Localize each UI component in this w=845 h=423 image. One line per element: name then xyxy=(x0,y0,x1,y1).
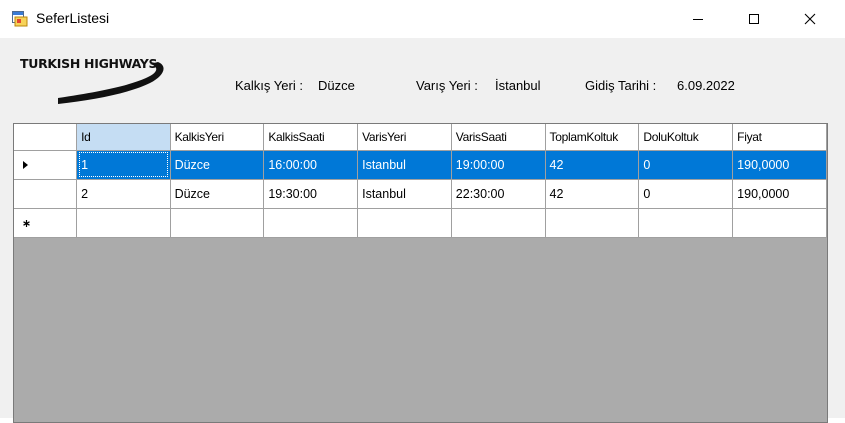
cell-kalkissaati[interactable]: 16:00:00 xyxy=(263,150,359,180)
cell-varisyeri[interactable]: Istanbul xyxy=(357,150,452,180)
cell-dolukoltuk[interactable]: 0 xyxy=(638,150,734,180)
turkish-highways-logo: TURKISH HIGHWAYS xyxy=(18,52,168,106)
cell-fiyat[interactable]: 190,0000 xyxy=(732,179,827,209)
new-cell[interactable] xyxy=(638,208,734,238)
column-header-id[interactable]: Id xyxy=(76,124,171,151)
form-icon xyxy=(12,11,28,27)
column-header-kalkisyeri[interactable]: KalkisYeri xyxy=(170,124,265,151)
window-title: SeferListesi xyxy=(36,10,110,26)
trips-data-grid[interactable]: Id KalkisYeri KalkisSaati VarisYeri Vari… xyxy=(13,123,828,423)
new-row[interactable] xyxy=(14,208,827,238)
cell-dolukoltuk[interactable]: 0 xyxy=(638,179,734,209)
new-cell[interactable] xyxy=(357,208,452,238)
cell-id[interactable]: 2 xyxy=(76,179,171,209)
current-row-arrow-icon xyxy=(23,160,28,169)
arrival-value: İstanbul xyxy=(495,78,541,93)
departure-value: Düzce xyxy=(318,78,355,93)
row-header-cell[interactable] xyxy=(14,208,78,238)
column-header-fiyat[interactable]: Fiyat xyxy=(732,124,827,151)
arrival-label: Varış Yeri : xyxy=(416,78,478,93)
column-header-kalkissaati[interactable]: KalkisSaati xyxy=(263,124,359,151)
new-cell[interactable] xyxy=(263,208,359,238)
column-header-dolukoltuk[interactable]: DoluKoltuk xyxy=(638,124,734,151)
table-row[interactable]: 2 Düzce 19:30:00 Istanbul 22:30:00 42 0 … xyxy=(14,179,827,209)
departure-label: Kalkış Yeri : xyxy=(235,78,303,93)
column-header-varissaati[interactable]: VarisSaati xyxy=(451,124,546,151)
cell-fiyat[interactable]: 190,0000 xyxy=(732,150,827,180)
column-header-row: Id KalkisYeri KalkisSaati VarisYeri Vari… xyxy=(14,124,827,151)
close-button[interactable] xyxy=(787,0,833,38)
row-header-cell[interactable] xyxy=(14,179,78,209)
form-client-area: TURKISH HIGHWAYS Kalkış Yeri : Düzce Var… xyxy=(0,38,845,423)
maximize-button[interactable] xyxy=(731,0,777,38)
cell-toplamkoltuk[interactable]: 42 xyxy=(545,150,640,180)
date-value: 6.09.2022 xyxy=(677,78,735,93)
table-row[interactable]: 1 Düzce 16:00:00 Istanbul 19:00:00 42 0 … xyxy=(14,150,827,180)
maximize-icon xyxy=(749,14,759,24)
grid-table: Id KalkisYeri KalkisSaati VarisYeri Vari… xyxy=(14,124,827,238)
new-cell[interactable] xyxy=(732,208,827,238)
cell-kalkisyeri[interactable]: Düzce xyxy=(170,150,265,180)
cell-varissaati[interactable]: 22:30:00 xyxy=(451,179,546,209)
title-bar: SeferListesi xyxy=(0,0,845,38)
column-header-varisyeri[interactable]: VarisYeri xyxy=(357,124,452,151)
cell-varisyeri[interactable]: Istanbul xyxy=(357,179,452,209)
top-left-header-cell[interactable] xyxy=(14,124,78,151)
cell-kalkisyeri[interactable]: Düzce xyxy=(170,179,265,209)
minimize-button[interactable] xyxy=(675,0,721,38)
cell-varissaati[interactable]: 19:00:00 xyxy=(451,150,546,180)
row-header-cell[interactable] xyxy=(14,150,78,180)
cell-kalkissaati[interactable]: 19:30:00 xyxy=(263,179,359,209)
new-row-star-icon xyxy=(23,219,30,227)
logo-text: TURKISH HIGHWAYS xyxy=(20,56,158,71)
new-cell[interactable] xyxy=(451,208,546,238)
new-cell[interactable] xyxy=(76,208,171,238)
new-cell[interactable] xyxy=(170,208,265,238)
cell-toplamkoltuk[interactable]: 42 xyxy=(545,179,640,209)
close-icon xyxy=(804,13,816,25)
column-header-toplamkoltuk[interactable]: ToplamKoltuk xyxy=(545,124,640,151)
cell-id[interactable]: 1 xyxy=(76,150,171,180)
minimize-icon xyxy=(693,19,703,20)
new-cell[interactable] xyxy=(545,208,640,238)
date-label: Gidiş Tarihi : xyxy=(585,78,657,93)
